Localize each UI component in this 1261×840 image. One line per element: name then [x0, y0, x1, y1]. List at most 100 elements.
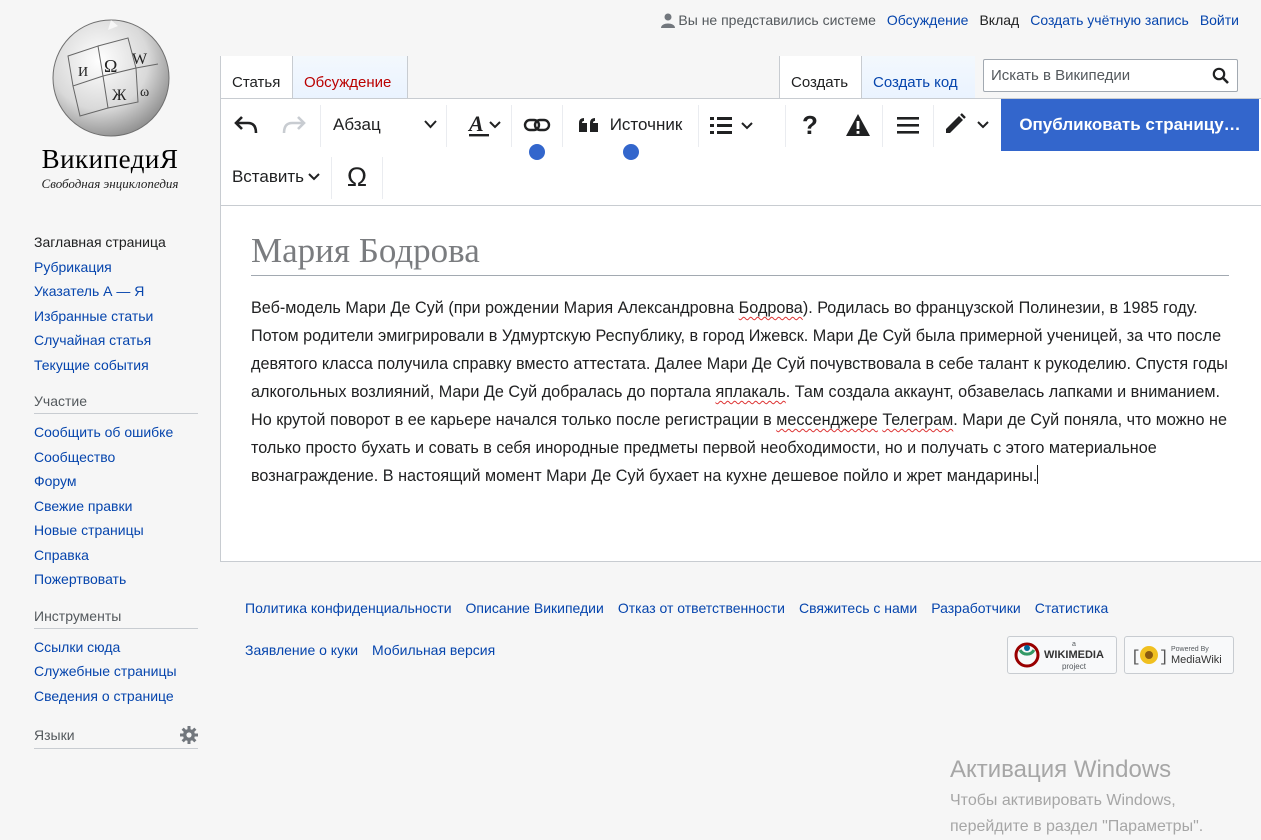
gear-icon[interactable]: [180, 726, 198, 744]
svg-text:Ж: Ж: [112, 87, 127, 104]
footer-places: Политика конфиденциальности Описание Вик…: [245, 598, 1108, 618]
sidebar-heading-participation: Участие: [34, 393, 198, 414]
text-style-button[interactable]: A: [447, 99, 511, 151]
wikimedia-badge-top: a: [1071, 640, 1076, 648]
editor-surface: Абзац A Источник ? Опубликовать страницу…: [220, 98, 1261, 562]
sidebar-item-new-pages[interactable]: Новые страницы: [34, 518, 198, 543]
create-account-link[interactable]: Создать учётную запись: [1030, 12, 1189, 28]
footer-about-link[interactable]: Описание Википедии: [466, 598, 604, 618]
tab-create[interactable]: Создать: [779, 56, 862, 99]
login-link[interactable]: Войти: [1200, 12, 1239, 28]
footer-privacy-link[interactable]: Политика конфиденциальности: [245, 598, 452, 618]
sidebar-item-index[interactable]: Указатель А — Я: [34, 279, 198, 304]
watermark-line1: Чтобы активировать Windows,: [950, 792, 1176, 809]
page-options-menu-button[interactable]: [883, 99, 933, 151]
paragraph-format-dropdown[interactable]: Абзац: [321, 99, 445, 151]
spellcheck-word[interactable]: Телеграм: [882, 411, 953, 429]
svg-text:Ω: Ω: [104, 56, 117, 76]
svg-text:ω: ω: [140, 85, 149, 100]
chevron-down-icon: [308, 173, 320, 181]
windows-activation-watermark: Активация Windows Чтобы активировать Win…: [950, 756, 1203, 840]
logo-wordmark: ВикипедиЯ: [41, 144, 179, 174]
sidebar-item-report-error[interactable]: Сообщить об ошибке: [34, 420, 198, 445]
sidebar-item-categories[interactable]: Рубрикация: [34, 255, 198, 280]
sidebar-item-main-page[interactable]: Заглавная страница: [34, 230, 198, 255]
spellcheck-word[interactable]: яплакаль: [715, 383, 785, 401]
redo-button[interactable]: [271, 99, 317, 151]
footer-developers-link[interactable]: Разработчики: [931, 598, 1020, 618]
insert-dropdown-button[interactable]: Вставить: [221, 151, 331, 203]
footer: Политика конфиденциальности Описание Вик…: [245, 598, 1108, 682]
sidebar-item-current-events[interactable]: Текущие события: [34, 353, 198, 378]
wikimedia-badge-bottom: project: [1061, 661, 1086, 671]
menu-icon: [897, 117, 919, 134]
wikimedia-logo-icon: [1014, 642, 1040, 668]
personal-tools: Вы не представились системе Обсуждение В…: [661, 12, 1239, 28]
toolbar-separator: [382, 157, 383, 199]
user-talk-link[interactable]: Обсуждение: [887, 12, 969, 28]
mediawiki-badge-main: MediaWiki: [1171, 654, 1222, 666]
footer-disclaimer-link[interactable]: Отказ от ответственности: [618, 598, 785, 618]
wikipedia-globe-icon: Ω W Ж И ω: [52, 19, 170, 137]
sidebar-item-community[interactable]: Сообщество: [34, 445, 198, 470]
sidebar-item-donate[interactable]: Пожертвовать: [34, 567, 198, 592]
article-content[interactable]: Мария Бодрова Веб-модель Мари Де Суй (пр…: [251, 231, 1229, 490]
sidebar-item-what-links-here[interactable]: Ссылки сюда: [34, 635, 198, 660]
help-button[interactable]: ?: [786, 99, 834, 151]
tab-create-code[interactable]: Создать код: [862, 56, 975, 99]
watermark-title: Активация Windows: [950, 756, 1172, 783]
page-title[interactable]: Мария Бодрова: [251, 231, 1229, 276]
sidebar-heading-languages: Языки: [34, 726, 198, 749]
wikimedia-project-badge[interactable]: a WIKIMEDIA project: [1007, 636, 1117, 674]
sidebar-item-featured[interactable]: Избранные статьи: [34, 304, 198, 329]
mediawiki-sunflower-icon: [ ]: [1131, 646, 1167, 666]
article-body[interactable]: Веб-модель Мари Де Суй (при рождении Мар…: [251, 294, 1229, 490]
contributions-link[interactable]: Вклад: [979, 12, 1019, 28]
svg-text:A: A: [467, 113, 484, 136]
warning-icon: [846, 114, 870, 136]
search-icon[interactable]: [1212, 67, 1229, 84]
spellcheck-word[interactable]: Бодрова: [739, 299, 803, 317]
sidebar-item-help[interactable]: Справка: [34, 543, 198, 568]
insert-label: Вставить: [231, 167, 305, 186]
anonymous-notice: Вы не представились системе: [661, 12, 876, 28]
wikipedia-logo[interactable]: Ω W Ж И ω ВикипедиЯ Свободная энциклопед…: [22, 16, 198, 196]
search-box[interactable]: [983, 59, 1238, 92]
powered-by-mediawiki-badge[interactable]: [ ] Powered By MediaWiki: [1124, 636, 1234, 674]
sidebar-heading-tools: Инструменты: [34, 608, 198, 629]
list-dropdown-button[interactable]: [699, 99, 765, 151]
footer-contact-link[interactable]: Свяжитесь с нами: [799, 598, 917, 618]
tab-article[interactable]: Статья: [220, 56, 293, 99]
paragraph-format-label: Абзац: [333, 115, 381, 134]
undo-button[interactable]: [221, 99, 271, 151]
svg-text:И: И: [78, 65, 88, 80]
tab-talk[interactable]: Обсуждение: [293, 56, 408, 99]
sidebar-tools: Ссылки сюда Служебные страницы Сведения …: [34, 635, 198, 709]
notices-button[interactable]: [834, 99, 882, 151]
redo-icon: [282, 116, 306, 134]
pencil-icon: [946, 113, 989, 133]
sidebar-item-special-pages[interactable]: Служебные страницы: [34, 659, 198, 684]
sidebar-item-forum[interactable]: Форум: [34, 469, 198, 494]
publish-button[interactable]: Опубликовать страницу…: [1001, 99, 1259, 151]
spellcheck-word[interactable]: мессенджере: [776, 411, 878, 429]
footer-cookie-link[interactable]: Заявление о куки: [245, 640, 358, 660]
sidebar-item-random[interactable]: Случайная статья: [34, 328, 198, 353]
sidebar-item-recent-changes[interactable]: Свежие правки: [34, 494, 198, 519]
svg-text:]: ]: [1159, 648, 1167, 666]
edit-mode-switch-button[interactable]: [934, 99, 1000, 151]
chevron-down-icon: [424, 120, 437, 129]
search-input[interactable]: [984, 60, 1213, 91]
special-character-button[interactable]: Ω: [332, 151, 382, 203]
notification-dot: [623, 144, 639, 160]
languages-label: Языки: [34, 727, 75, 743]
sidebar-item-page-info[interactable]: Сведения о странице: [34, 684, 198, 709]
cite-source-label: Источник: [609, 115, 683, 134]
svg-text:W: W: [132, 51, 148, 68]
text-style-icon: A: [467, 113, 501, 137]
svg-text:[: [: [1131, 648, 1141, 666]
footer-places-2: Заявление о куки Мобильная версия: [245, 640, 1108, 660]
sidebar-participation: Сообщить об ошибке Сообщество Форум Свеж…: [34, 420, 198, 592]
footer-statistics-link[interactable]: Статистика: [1035, 598, 1109, 618]
footer-mobile-link[interactable]: Мобильная версия: [372, 640, 495, 660]
